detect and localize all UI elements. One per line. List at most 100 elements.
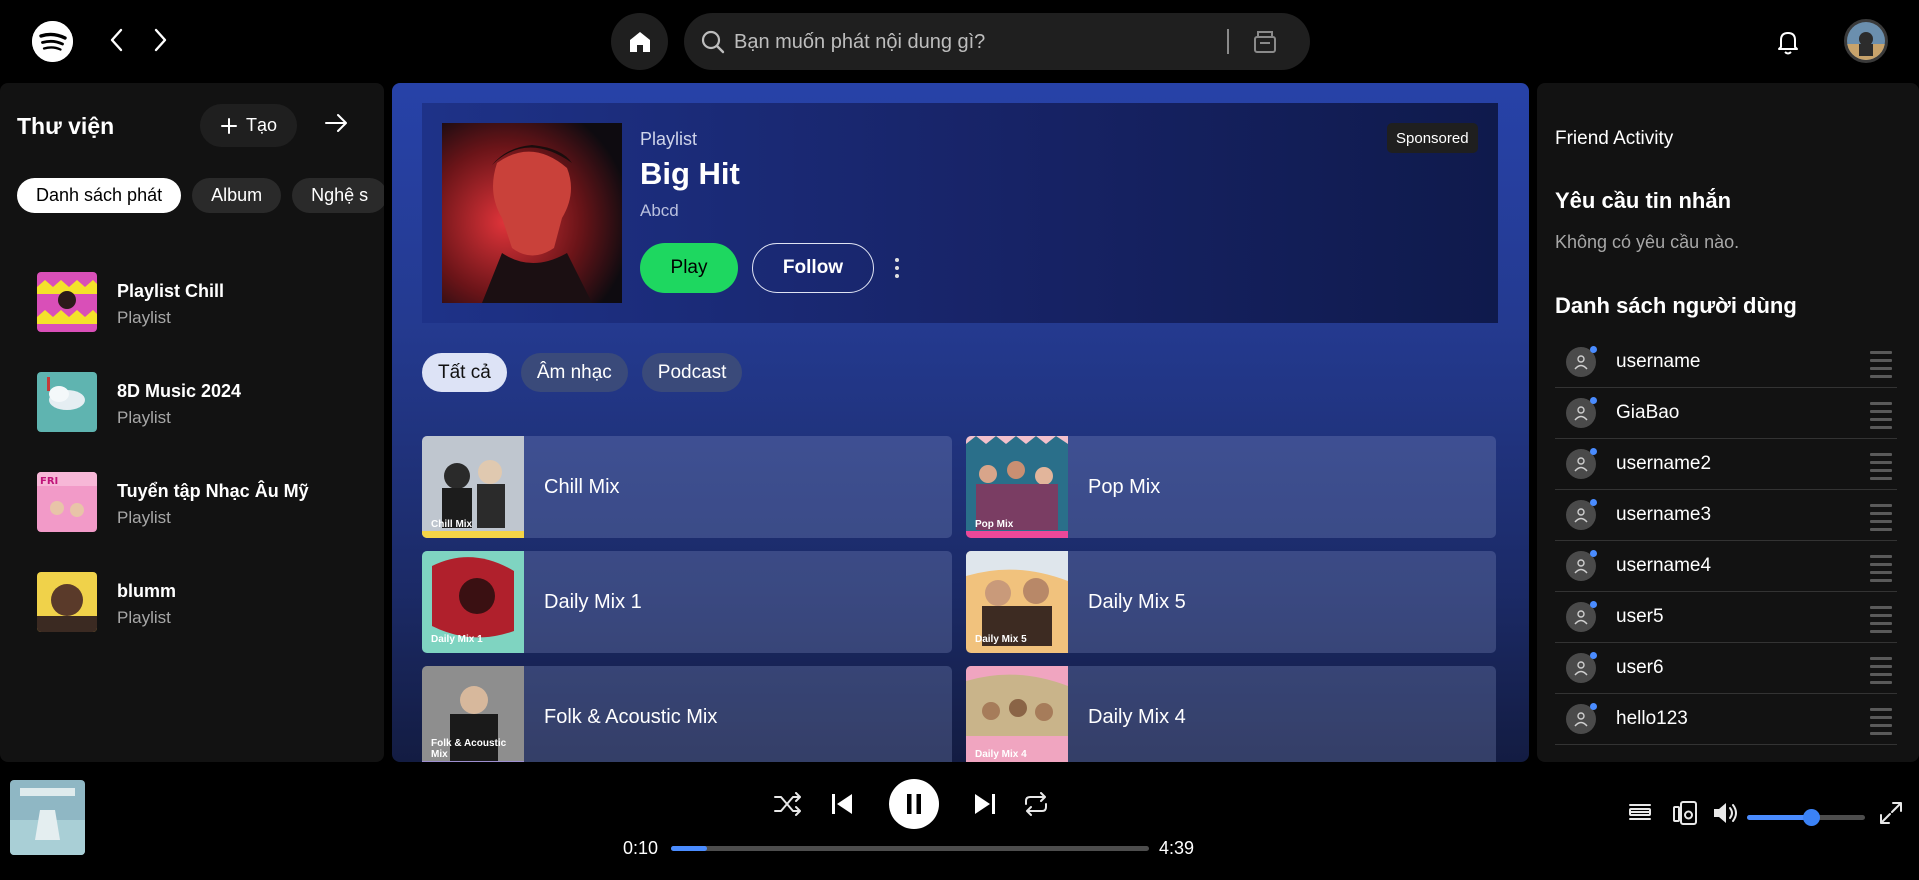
mix-tile[interactable]: Daily Mix 5 Daily Mix 5 <box>966 551 1496 653</box>
user-name: user5 <box>1616 606 1664 627</box>
expand-arrow-icon[interactable] <box>322 109 350 137</box>
more-options-icon[interactable] <box>889 253 905 283</box>
online-status-dot <box>1590 550 1597 557</box>
list-item[interactable]: 8D Music 2024 Playlist <box>37 372 309 472</box>
hero-subtitle[interactable]: Abcd <box>640 201 679 221</box>
mix-name: Daily Mix 4 <box>1088 705 1186 728</box>
playlist-type: Playlist <box>117 408 171 427</box>
user-name: GiaBao <box>1616 402 1680 423</box>
mix-tile[interactable]: Daily Mix 4 Daily Mix 4 <box>966 666 1496 762</box>
mix-cover: Chill Mix <box>422 436 524 538</box>
user-menu-icon[interactable] <box>1870 402 1892 429</box>
volume-knob[interactable] <box>1802 809 1820 826</box>
home-button[interactable] <box>611 13 668 70</box>
plus-icon <box>220 117 237 134</box>
player-bar: 0:10 4:39 <box>0 762 1919 880</box>
online-status-dot <box>1590 397 1597 404</box>
shuffle-icon[interactable] <box>770 779 806 829</box>
user-row[interactable]: username2 <box>1555 439 1897 490</box>
user-menu-icon[interactable] <box>1870 351 1892 378</box>
filter-all[interactable]: Tất cả <box>422 353 507 392</box>
back-arrow-icon[interactable] <box>99 22 135 58</box>
user-menu-icon[interactable] <box>1870 453 1892 480</box>
repeat-icon[interactable] <box>1021 779 1051 829</box>
mix-tile[interactable]: Daily Mix 1 Daily Mix 1 <box>422 551 952 653</box>
mix-tile[interactable]: Pop Mix Pop Mix <box>966 436 1496 538</box>
play-button[interactable]: Play <box>640 243 738 293</box>
forward-arrow-icon[interactable] <box>142 22 178 58</box>
mix-tile[interactable]: Folk & Acoustic Mix Folk & Acoustic Mix <box>422 666 952 762</box>
user-menu-icon[interactable] <box>1870 504 1892 531</box>
mix-name: Pop Mix <box>1088 475 1161 498</box>
search-input[interactable] <box>734 27 1234 57</box>
library-title: Thư viện <box>17 113 115 139</box>
user-name: user6 <box>1616 657 1664 678</box>
avatar[interactable] <box>1844 19 1888 63</box>
playlist-name: Tuyển tập Nhạc Âu Mỹ <box>117 481 309 501</box>
chip-album[interactable]: Album <box>192 178 282 213</box>
playlist-cover: FRI <box>37 472 97 532</box>
progress-bar[interactable] <box>671 846 1149 851</box>
message-requests-empty: Không có yêu cầu nào. <box>1555 232 1740 252</box>
chip-artists[interactable]: Nghệ s <box>292 178 384 213</box>
previous-track-icon[interactable] <box>827 779 857 829</box>
playlist-name: Playlist Chill <box>117 281 225 301</box>
mix-cover-caption: Folk & Acoustic Mix <box>431 738 507 760</box>
volume-slider[interactable] <box>1747 809 1865 826</box>
user-row[interactable]: username3 <box>1555 490 1897 541</box>
mix-name: Folk & Acoustic Mix <box>544 705 718 728</box>
create-button[interactable]: Tạo <box>200 104 297 147</box>
mix-cover-caption: Daily Mix 1 <box>431 634 483 645</box>
library-list: Playlist Chill Playlist 8D Music 2024 Pl… <box>37 272 309 672</box>
user-row[interactable]: username4 <box>1555 541 1897 592</box>
create-label: Tạo <box>245 115 278 135</box>
online-status-dot <box>1590 448 1597 455</box>
list-item[interactable]: blumm Playlist <box>37 572 309 672</box>
pause-button[interactable] <box>889 779 939 829</box>
now-playing-cover[interactable] <box>10 780 85 855</box>
user-name: hello123 <box>1616 708 1688 729</box>
connect-device-icon[interactable] <box>1672 800 1700 826</box>
browse-icon[interactable] <box>1250 27 1280 57</box>
user-row[interactable]: user5 <box>1555 592 1897 643</box>
volume-icon[interactable] <box>1712 800 1740 826</box>
playlist-cover <box>37 372 97 432</box>
friend-activity-panel: Friend Activity Yêu cầu tin nhắn Không c… <box>1537 83 1919 762</box>
online-status-dot <box>1590 346 1597 353</box>
mix-name: Chill Mix <box>544 475 620 498</box>
hero-cover-image[interactable] <box>442 123 622 303</box>
user-row[interactable]: hello123 <box>1555 694 1897 745</box>
bell-icon[interactable] <box>1775 28 1801 56</box>
follow-button[interactable]: Follow <box>752 243 874 293</box>
library-panel: Thư viện Tạo Danh sách phát Album Nghệ s… <box>0 83 384 762</box>
next-track-icon[interactable] <box>970 779 1000 829</box>
user-menu-icon[interactable] <box>1870 606 1892 633</box>
user-menu-icon[interactable] <box>1870 708 1892 735</box>
user-row[interactable]: user6 <box>1555 643 1897 694</box>
chip-playlists[interactable]: Danh sách phát <box>17 178 182 213</box>
main-content: Playlist Big Hit Abcd Play Follow Sponso… <box>392 83 1529 762</box>
playlist-cover <box>37 272 97 332</box>
user-row[interactable]: GiaBao <box>1555 388 1897 439</box>
mix-cover-caption: Pop Mix <box>975 519 1014 530</box>
user-menu-icon[interactable] <box>1870 555 1892 582</box>
spotify-logo-icon[interactable] <box>32 21 73 62</box>
mix-cover: Folk & Acoustic Mix <box>422 666 524 762</box>
user-list: username GiaBao username2 username3 username… <box>1555 337 1897 745</box>
friend-activity-title: Friend Activity <box>1555 128 1674 149</box>
filter-podcast[interactable]: Podcast <box>641 353 743 392</box>
list-item[interactable]: FRI Tuyển tập Nhạc Âu Mỹ Playlist <box>37 472 309 572</box>
user-name: username <box>1616 351 1701 372</box>
fullscreen-icon[interactable] <box>1878 800 1904 826</box>
user-icon <box>1566 346 1597 377</box>
filter-music[interactable]: Âm nhạc <box>520 353 628 392</box>
playlist-name: 8D Music 2024 <box>117 381 242 401</box>
hero-title[interactable]: Big Hit <box>640 156 740 192</box>
home-icon <box>629 31 650 52</box>
user-row[interactable]: username <box>1555 337 1897 388</box>
user-menu-icon[interactable] <box>1870 657 1892 684</box>
queue-icon[interactable] <box>1627 800 1653 826</box>
user-icon <box>1566 703 1597 734</box>
list-item[interactable]: Playlist Chill Playlist <box>37 272 309 372</box>
mix-tile[interactable]: Chill Mix Chill Mix <box>422 436 952 538</box>
